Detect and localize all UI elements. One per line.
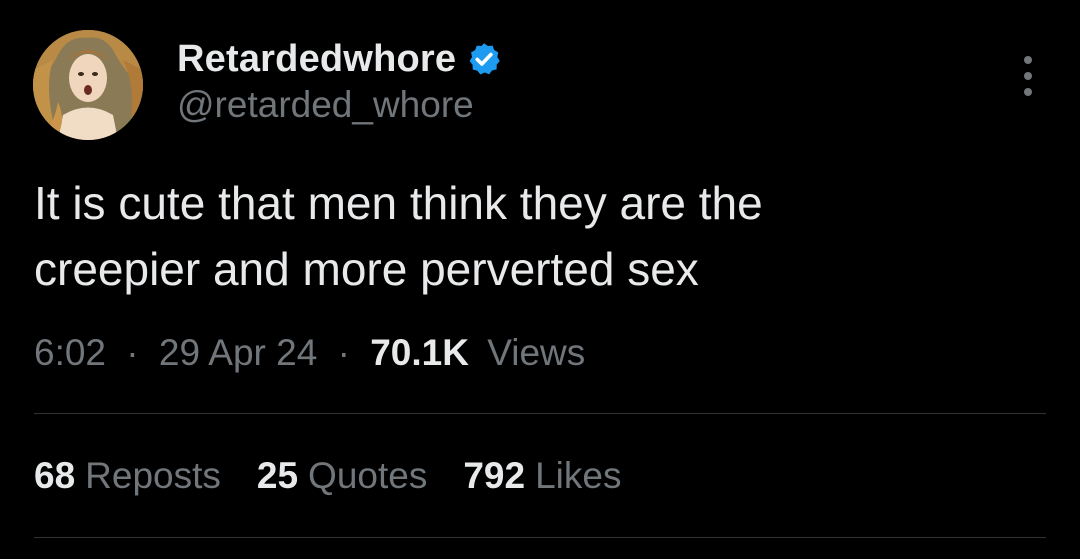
- views-label: Views: [487, 332, 586, 373]
- meta-separator: ·: [337, 332, 350, 373]
- quotes-label: Quotes: [308, 455, 428, 496]
- divider: [34, 413, 1046, 414]
- tweet-text-line: It is cute that men think they are the: [34, 177, 763, 229]
- author-handle[interactable]: @retarded_whore: [177, 84, 474, 126]
- likes-count: 792: [463, 455, 526, 496]
- reposts-stat[interactable]: 68 Reposts: [34, 455, 221, 497]
- tweet-time[interactable]: 6:02: [34, 332, 106, 373]
- tweet-text: It is cute that men think they are the c…: [34, 170, 1034, 302]
- likes-label: Likes: [535, 455, 622, 496]
- verified-badge-icon[interactable]: [466, 41, 502, 77]
- reposts-label: Reposts: [85, 455, 221, 496]
- tweet-date[interactable]: 29 Apr 24: [159, 332, 317, 373]
- views-count[interactable]: 70.1K: [370, 332, 469, 373]
- engagement-stats: 68 Reposts 25 Quotes 792 Likes: [34, 455, 657, 497]
- author-avatar[interactable]: [33, 30, 143, 140]
- quotes-stat[interactable]: 25 Quotes: [257, 455, 427, 497]
- meta-separator: ·: [126, 332, 139, 373]
- tweet-meta: 6:02 · 29 Apr 24 · 70.1K Views: [34, 332, 585, 374]
- tweet-text-line: creepier and more perverted sex: [34, 243, 699, 295]
- more-dot: [1024, 56, 1032, 64]
- divider: [34, 537, 1046, 538]
- more-dot: [1024, 72, 1032, 80]
- avatar-venus-painting-icon: [33, 30, 143, 140]
- tweet-detail: Retardedwhore @retarded_whore It is cute…: [0, 0, 1080, 559]
- reposts-count: 68: [34, 455, 76, 496]
- more-dot: [1024, 88, 1032, 96]
- likes-stat[interactable]: 792 Likes: [463, 455, 621, 497]
- more-vertical-icon[interactable]: [1018, 56, 1038, 96]
- author-display-name[interactable]: Retardedwhore: [177, 38, 456, 81]
- author-name-row: Retardedwhore: [177, 36, 502, 82]
- quotes-count: 25: [256, 455, 299, 496]
